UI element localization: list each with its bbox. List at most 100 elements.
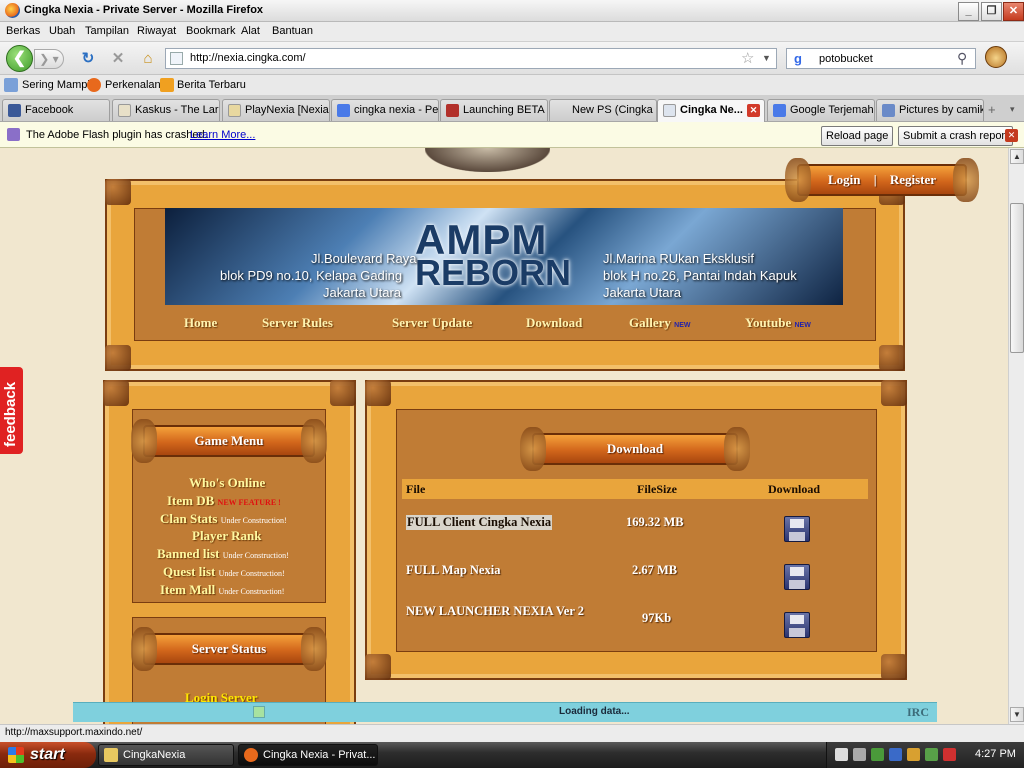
nav-server-update[interactable]: Server Update [392, 315, 472, 331]
taskbar-item-cingkanexia[interactable]: CingkaNexia [98, 744, 234, 766]
google-icon[interactable]: g [790, 51, 806, 67]
menu-item-db[interactable]: Item DB NEW FEATURE ! [167, 493, 281, 509]
page-icon [663, 104, 676, 117]
frame-corner [105, 345, 131, 371]
login-link[interactable]: Login [828, 172, 861, 187]
url-text[interactable]: http://nexia.cingka.com/ [190, 52, 306, 64]
tab-pictures[interactable]: Pictures by camik... [876, 99, 984, 121]
nav-download[interactable]: Download [526, 315, 582, 331]
antivirus-icon[interactable] [943, 748, 956, 761]
nav-server-rules[interactable]: Server Rules [262, 315, 333, 331]
menu-item-mall[interactable]: Item Mall Under Construction! [160, 582, 284, 598]
firefox-icon [5, 3, 20, 18]
nav-gallery[interactable]: Gallery NEW [629, 315, 690, 331]
forward-button[interactable]: ❯ ▾ [34, 49, 64, 69]
scroll-down-icon[interactable]: ▼ [1010, 707, 1024, 722]
floppy-disk-icon[interactable] [784, 612, 810, 638]
feedback-tab[interactable]: feedback [0, 367, 23, 454]
maximize-button[interactable]: ❐ [981, 2, 1002, 21]
home-icon[interactable]: ⌂ [140, 51, 156, 67]
bluetooth-icon[interactable] [889, 748, 902, 761]
feedback-label[interactable]: feedback [2, 382, 19, 447]
search-icon[interactable]: ⚲ [957, 50, 967, 67]
stop-icon[interactable]: ✕ [110, 51, 126, 67]
under-construction-note: Under Construction! [218, 587, 285, 596]
back-button[interactable]: ❮ [6, 45, 33, 72]
url-bar[interactable]: http://nexia.cingka.com/ ☆ ▼ [165, 48, 777, 69]
tab-new-ps[interactable]: New PS (Cingka ... [549, 99, 657, 121]
status-text: http://maxsupport.maxindo.net/ [5, 727, 143, 738]
tab-google-translate[interactable]: Google Terjemah... [767, 99, 875, 121]
bookmark-sering-mampir[interactable]: Sering Mampir [22, 79, 94, 91]
menu-tampilan[interactable]: Tampilan [85, 25, 129, 37]
search-bar[interactable]: g potobucket ⚲ [786, 48, 976, 69]
reload-icon[interactable]: ↻ [80, 51, 96, 67]
learn-more-link[interactable]: Learn More... [190, 129, 255, 141]
tab-kaskus[interactable]: Kaskus - The Lar... [112, 99, 220, 121]
tab-playnexia[interactable]: PlayNexia [Nexia ... [222, 99, 330, 121]
tab-cingka-search[interactable]: cingka nexia - Pe... [331, 99, 439, 121]
menu-banned-list[interactable]: Banned list Under Construction! [157, 546, 289, 562]
rss-icon [160, 78, 174, 92]
menu-clan-stats[interactable]: Clan Stats Under Construction! [160, 511, 287, 527]
close-button[interactable]: ✕ [1003, 2, 1024, 21]
network-icon[interactable] [853, 748, 866, 761]
menu-quest-list[interactable]: Quest list Under Construction! [163, 564, 285, 580]
start-button[interactable]: start [0, 742, 96, 768]
reload-page-button[interactable]: Reload page [821, 126, 894, 146]
title-bar: Cingka Nexia - Private Server - Mozilla … [0, 0, 1024, 22]
security-icon[interactable] [871, 748, 884, 761]
close-tab-icon[interactable]: ✕ [747, 104, 760, 117]
search-text[interactable]: potobucket [819, 53, 873, 65]
tab-list-icon[interactable]: ▾ [1010, 104, 1015, 115]
minimize-button[interactable]: _ [958, 2, 979, 21]
menu-riwayat[interactable]: Riwayat [137, 25, 176, 37]
taskbar-item-firefox[interactable]: Cingka Nexia - Privat... [238, 744, 378, 766]
firefox-icon [244, 748, 258, 762]
page-favicon [170, 52, 183, 65]
bookmark-star-icon[interactable]: ☆ [741, 49, 754, 67]
vertical-scrollbar[interactable]: ▲ ▼ [1008, 148, 1024, 724]
chat-icon[interactable] [253, 706, 265, 718]
firefox-icon [87, 78, 101, 92]
bookmark-berita-terbaru[interactable]: Berita Terbaru [177, 79, 246, 91]
greasemonkey-icon[interactable] [985, 46, 1007, 68]
new-tab-icon[interactable]: + [988, 102, 996, 117]
menu-ubah[interactable]: Ubah [49, 25, 75, 37]
menu-whos-online[interactable]: Who's Online [189, 475, 265, 491]
menu-berkas[interactable]: Berkas [6, 25, 40, 37]
page-icon [446, 104, 459, 117]
scroll-thumb[interactable] [1010, 203, 1024, 353]
tab-cingka-nexia[interactable]: Cingka Ne... ✕ [657, 99, 765, 122]
plugin-icon [7, 128, 20, 141]
update-icon[interactable] [925, 748, 938, 761]
tab-launching-beta[interactable]: Launching BETA ... [440, 99, 548, 121]
menu-bar: Berkas Ubah Tampilan Riwayat Bookmark Al… [0, 22, 1024, 42]
nav-home[interactable]: Home [184, 315, 217, 331]
window-title: Cingka Nexia - Private Server - Mozilla … [24, 4, 264, 16]
download-title: Download [520, 427, 750, 471]
irc-label[interactable]: IRC [907, 705, 929, 720]
submit-crash-report-button[interactable]: Submit a crash report [898, 126, 1014, 146]
menu-bookmark[interactable]: Bookmark [186, 25, 236, 37]
url-dropdown-icon[interactable]: ▼ [762, 53, 771, 63]
help-icon[interactable] [835, 748, 848, 761]
address-right-1: Jl.Marina RUkan Eksklusif [603, 251, 754, 266]
scroll-up-icon[interactable]: ▲ [1010, 149, 1024, 164]
server-status-title: Server Status [131, 627, 327, 671]
nav-youtube[interactable]: Youtube NEW [745, 315, 811, 331]
close-notification-icon[interactable]: ✕ [1005, 129, 1018, 142]
under-construction-note: Under Construction! [220, 516, 287, 525]
address-left-1: Jl.Boulevard Raya [311, 251, 417, 266]
menu-bantuan[interactable]: Bantuan [272, 25, 313, 37]
floppy-disk-icon[interactable] [784, 564, 810, 590]
user-icon[interactable] [907, 748, 920, 761]
floppy-disk-icon[interactable] [784, 516, 810, 542]
tab-facebook[interactable]: Facebook [2, 99, 110, 121]
file-size-1: 169.32 MB [626, 515, 684, 529]
menu-alat[interactable]: Alat [241, 25, 260, 37]
file-name-3: NEW LAUNCHER NEXIA Ver 2 [406, 604, 585, 618]
bookmark-perkenalan[interactable]: Perkenalan [105, 79, 161, 91]
menu-player-rank[interactable]: Player Rank [192, 528, 261, 544]
register-link[interactable]: Register [890, 172, 936, 187]
